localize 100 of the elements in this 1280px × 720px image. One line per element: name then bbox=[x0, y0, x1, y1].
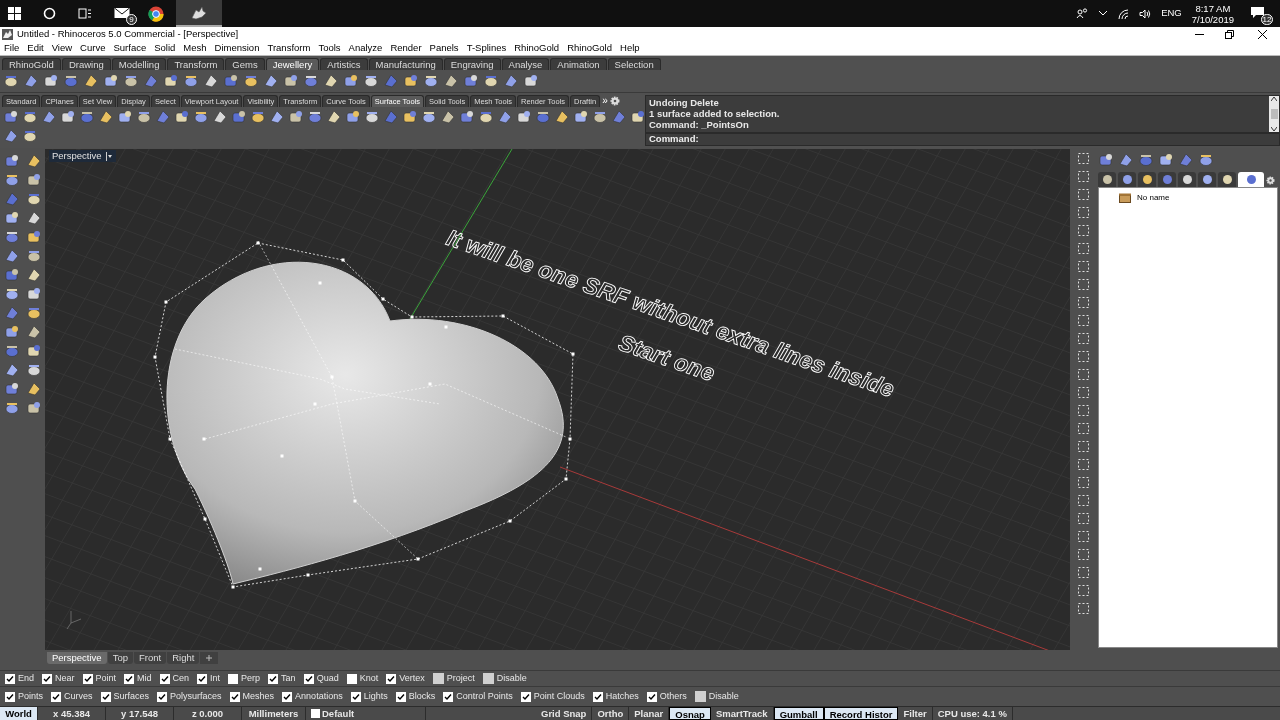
surface-tool-icon[interactable] bbox=[231, 109, 247, 125]
toolbar-tab[interactable]: Modelling bbox=[111, 58, 167, 70]
windows-start-icon[interactable] bbox=[8, 7, 21, 20]
side-tool-icon[interactable] bbox=[26, 248, 42, 264]
selection-tool-icon[interactable] bbox=[1076, 152, 1090, 165]
rhino-app-icon[interactable] bbox=[190, 4, 208, 21]
surface-tool-icon[interactable] bbox=[307, 109, 323, 125]
side-tool-icon[interactable] bbox=[26, 400, 42, 416]
selection-tool-icon[interactable] bbox=[1076, 278, 1090, 291]
selection-tool-icon[interactable] bbox=[1076, 350, 1090, 363]
status-pane[interactable]: SmartTrack bbox=[710, 707, 774, 720]
checkbox[interactable]: Mid bbox=[124, 671, 152, 686]
more-tabs-button[interactable]: » bbox=[601, 95, 609, 107]
side-tool-icon[interactable] bbox=[26, 267, 42, 283]
surface-tool-icon[interactable] bbox=[3, 109, 19, 125]
selection-tool-icon[interactable] bbox=[1076, 260, 1090, 273]
side-tool-icon[interactable] bbox=[26, 362, 42, 378]
side-tool-icon[interactable] bbox=[4, 153, 20, 169]
checkbox[interactable]: Lights bbox=[350, 689, 388, 704]
panel-tool-icon[interactable] bbox=[1158, 152, 1174, 168]
selection-tool-icon[interactable] bbox=[1076, 566, 1090, 579]
surface-tool-icon[interactable] bbox=[345, 109, 361, 125]
menu-item[interactable]: Solid bbox=[154, 41, 176, 55]
dropdown-caret-icon[interactable] bbox=[105, 151, 113, 161]
selection-tool-icon[interactable] bbox=[1076, 170, 1090, 183]
viewport-tab[interactable]: Perspective bbox=[47, 651, 107, 664]
side-tool-icon[interactable] bbox=[26, 172, 42, 188]
selection-tool-icon[interactable] bbox=[1076, 332, 1090, 345]
side-tool-icon[interactable] bbox=[4, 400, 20, 416]
viewport-tab[interactable]: Right bbox=[167, 651, 200, 664]
checkbox[interactable]: Others bbox=[646, 689, 687, 704]
viewport-tab[interactable]: Top bbox=[107, 651, 133, 664]
perspective-viewport[interactable]: It will be one SRF without extra lines inside Start one Perspective bbox=[45, 149, 1070, 650]
jewellery-tool-icon[interactable] bbox=[443, 73, 459, 89]
selection-tool-icon[interactable] bbox=[1076, 296, 1090, 309]
close-icon[interactable] bbox=[1257, 29, 1267, 39]
checkbox[interactable]: Control Points bbox=[443, 689, 513, 704]
toolbar-tab[interactable]: Animation bbox=[550, 58, 607, 70]
jewellery-tool-icon[interactable] bbox=[203, 73, 219, 89]
minimize-icon[interactable] bbox=[1194, 33, 1204, 35]
checkbox[interactable]: Surfaces bbox=[100, 689, 150, 704]
toolbar-tab[interactable]: Artistics bbox=[320, 58, 368, 70]
selection-tool-icon[interactable] bbox=[1076, 548, 1090, 561]
jewellery-tool-icon[interactable] bbox=[103, 73, 119, 89]
side-tool-icon[interactable] bbox=[4, 248, 20, 264]
checkbox[interactable]: End bbox=[5, 671, 34, 686]
jewellery-tool-icon[interactable] bbox=[303, 73, 319, 89]
layer-item[interactable]: No name bbox=[1137, 192, 1170, 204]
jewellery-tool-icon[interactable] bbox=[243, 73, 259, 89]
units-pane[interactable]: Millimeters bbox=[242, 707, 306, 720]
menu-item[interactable]: RhinoGold bbox=[567, 41, 612, 55]
scrollbar[interactable] bbox=[1269, 96, 1279, 132]
panel-tool-icon[interactable] bbox=[1118, 152, 1134, 168]
menu-item[interactable]: File bbox=[4, 41, 20, 55]
selection-tool-icon[interactable] bbox=[1076, 494, 1090, 507]
jewellery-tool-icon[interactable] bbox=[263, 73, 279, 89]
jewellery-tool-icon[interactable] bbox=[463, 73, 479, 89]
checkbox[interactable]: Meshes bbox=[229, 689, 275, 704]
menu-item[interactable]: Panels bbox=[429, 41, 459, 55]
jewellery-tool-icon[interactable] bbox=[223, 73, 239, 89]
layer-pane[interactable]: Default bbox=[306, 707, 426, 720]
checkbox[interactable]: Curves bbox=[51, 689, 93, 704]
checkbox[interactable]: Near bbox=[42, 671, 75, 686]
menu-item[interactable]: RhinoGold bbox=[514, 41, 560, 55]
toolbar-tab[interactable]: Transform bbox=[167, 58, 225, 70]
checkbox[interactable]: Annotations bbox=[282, 689, 343, 704]
checkbox[interactable]: Tan bbox=[268, 671, 296, 686]
selection-tool-icon[interactable] bbox=[1076, 512, 1090, 525]
side-tool-icon[interactable] bbox=[26, 324, 42, 340]
jewellery-tool-icon[interactable] bbox=[43, 73, 59, 89]
status-pane[interactable]: Osnap bbox=[669, 707, 711, 720]
selection-tool-icon[interactable] bbox=[1076, 440, 1090, 453]
side-tool-icon[interactable] bbox=[4, 172, 20, 188]
surface-tool-icon[interactable] bbox=[136, 109, 152, 125]
jewellery-tool-icon[interactable] bbox=[403, 73, 419, 89]
panel-tool-icon[interactable] bbox=[1098, 152, 1114, 168]
checkbox[interactable]: Perp bbox=[228, 671, 261, 686]
toolbar-tab[interactable]: Gems bbox=[225, 58, 265, 70]
jewellery-tool-icon[interactable] bbox=[423, 73, 439, 89]
toolbar-tab[interactable]: Jewellery bbox=[265, 58, 320, 70]
jewellery-tool-icon[interactable] bbox=[503, 73, 519, 89]
menu-item[interactable]: View bbox=[51, 41, 73, 55]
menu-item[interactable]: Render bbox=[390, 41, 422, 55]
jewellery-tool-icon[interactable] bbox=[483, 73, 499, 89]
side-tool-icon[interactable] bbox=[4, 324, 20, 340]
surface-tool-icon[interactable] bbox=[459, 109, 475, 125]
wifi-icon[interactable] bbox=[1118, 8, 1130, 19]
selection-tool-icon[interactable] bbox=[1076, 584, 1090, 597]
volume-icon[interactable] bbox=[1139, 8, 1152, 19]
status-pane[interactable]: Record Histor bbox=[823, 707, 899, 720]
menu-item[interactable]: Curve bbox=[80, 41, 106, 55]
side-tool-icon[interactable] bbox=[4, 286, 20, 302]
surface-tool-icon[interactable] bbox=[592, 109, 608, 125]
selection-tool-icon[interactable] bbox=[1076, 314, 1090, 327]
checkbox[interactable]: Knot bbox=[346, 671, 379, 686]
toolbar-tab[interactable]: Manufacturing bbox=[368, 58, 443, 70]
scroll-up-icon[interactable] bbox=[1271, 97, 1277, 101]
task-view-icon[interactable] bbox=[78, 7, 92, 20]
surface-tool-icon[interactable] bbox=[326, 109, 342, 125]
mail-icon[interactable] bbox=[114, 5, 131, 19]
